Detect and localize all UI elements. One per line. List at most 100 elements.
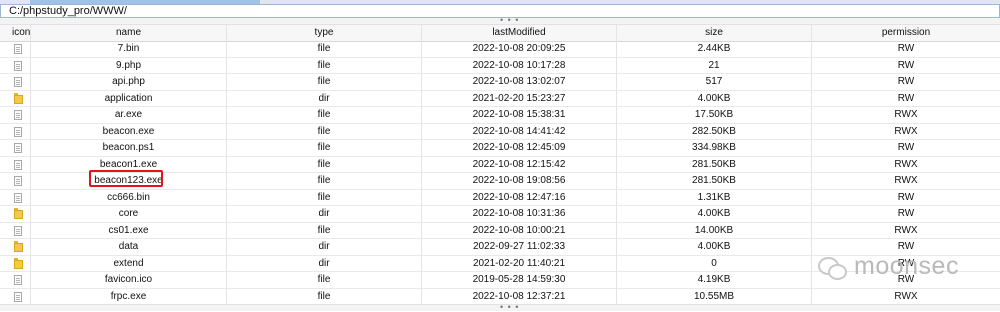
row-type: file bbox=[227, 57, 422, 74]
table-row[interactable]: beacon.ps1 file 2022-10-08 12:45:09 334.98K… bbox=[0, 140, 1000, 157]
row-type: dir bbox=[227, 206, 422, 223]
file-icon bbox=[14, 225, 22, 236]
row-lastmodified: 2022-10-08 12:47:16 bbox=[422, 189, 617, 206]
splitter-top[interactable]: • • • bbox=[0, 15, 1000, 25]
row-permission: RWX bbox=[812, 223, 1000, 239]
splitter-grip-bottom[interactable]: • • • bbox=[500, 302, 519, 312]
row-lastmodified: 2022-10-08 14:41:42 bbox=[422, 123, 617, 140]
row-type: file bbox=[227, 74, 422, 91]
table-row[interactable]: ar.exe file 2022-10-08 15:38:31 17.50KB RWX bbox=[0, 107, 1000, 124]
row-icon-cell bbox=[0, 41, 31, 58]
row-lastmodified: 2022-10-08 12:15:42 bbox=[422, 156, 617, 173]
table-row[interactable]: 7.bin file 2022-10-08 20:09:25 2.44KB RW bbox=[0, 41, 1000, 58]
row-size: 14.00KB bbox=[617, 222, 812, 239]
row-name[interactable]: api.php bbox=[31, 74, 227, 91]
splitter-grip[interactable]: • • • bbox=[500, 15, 519, 25]
row-type: file bbox=[227, 140, 422, 157]
row-size: 4.00KB bbox=[617, 90, 812, 107]
col-header-type[interactable]: type bbox=[227, 25, 422, 42]
row-icon-cell bbox=[0, 272, 31, 289]
row-icon-cell bbox=[0, 107, 31, 124]
col-header-icon[interactable]: icon bbox=[0, 25, 31, 42]
file-icon bbox=[14, 192, 22, 203]
row-name[interactable]: 9.php bbox=[31, 57, 227, 74]
row-icon-cell bbox=[0, 123, 31, 140]
row-lastmodified: 2022-10-08 13:02:07 bbox=[422, 74, 617, 91]
row-size: 17.50KB bbox=[617, 107, 812, 124]
row-permission: RWX bbox=[812, 289, 1000, 305]
table-row[interactable]: cc666.bin file 2022-10-08 12:47:16 1.31KB RW bbox=[0, 189, 1000, 206]
folder-icon bbox=[14, 208, 23, 219]
row-type: file bbox=[227, 107, 422, 124]
row-name[interactable]: cc666.bin bbox=[31, 189, 227, 206]
row-icon-cell bbox=[0, 255, 31, 272]
folder-icon bbox=[14, 257, 23, 269]
highlight-box bbox=[89, 170, 163, 187]
row-icon-cell bbox=[0, 140, 31, 157]
row-permission: RWX bbox=[812, 124, 1000, 140]
file-icon bbox=[14, 126, 22, 137]
table-row[interactable]: application dir 2021-02-20 15:23:27 4.00KB R… bbox=[0, 90, 1000, 107]
row-size: 4.19KB bbox=[617, 272, 812, 289]
row-permission: RW bbox=[812, 206, 1000, 223]
row-lastmodified: 2022-10-08 12:45:09 bbox=[422, 140, 617, 157]
row-type: dir bbox=[227, 239, 422, 256]
row-icon-cell bbox=[0, 57, 31, 74]
row-lastmodified: 2022-10-08 10:31:36 bbox=[422, 206, 617, 223]
row-icon-cell bbox=[0, 74, 31, 91]
row-lastmodified: 2022-09-27 11:02:33 bbox=[422, 239, 617, 256]
table-row[interactable]: beacon.exe file 2022-10-08 14:41:42 282.50K… bbox=[0, 123, 1000, 140]
table-row[interactable]: api.php file 2022-10-08 13:02:07 517 RW bbox=[0, 74, 1000, 91]
file-icon bbox=[14, 77, 22, 87]
file-icon bbox=[14, 176, 22, 186]
row-icon-cell bbox=[0, 173, 31, 190]
row-type: file bbox=[227, 156, 422, 173]
row-permission: RW bbox=[812, 140, 1000, 157]
row-name[interactable]: cs01.exe bbox=[31, 222, 227, 239]
row-lastmodified: 2021-02-20 15:23:27 bbox=[422, 90, 617, 107]
file-icon bbox=[14, 291, 22, 302]
row-size: 4.00KB bbox=[617, 239, 812, 256]
row-lastmodified: 2022-10-08 19:08:56 bbox=[422, 173, 617, 190]
table-header: icon name type lastModified size permiss… bbox=[0, 25, 1000, 42]
row-size: 334.98KB bbox=[617, 140, 812, 157]
table-row[interactable]: core dir 2022-10-08 10:31:36 4.00KB RW bbox=[0, 206, 1000, 223]
row-name[interactable]: data bbox=[31, 239, 227, 256]
wechat-logo-icon bbox=[818, 255, 848, 280]
table-row[interactable]: 9.php file 2022-10-08 10:17:28 21 RW bbox=[0, 57, 1000, 74]
row-size: 282.50KB bbox=[617, 123, 812, 140]
row-icon-cell bbox=[0, 90, 31, 107]
col-header-name[interactable]: name bbox=[31, 25, 227, 42]
row-name[interactable]: frpc.exe bbox=[31, 288, 227, 304]
row-permission: RW bbox=[812, 41, 1000, 58]
row-name[interactable]: ar.exe bbox=[31, 107, 227, 124]
row-name[interactable]: extend bbox=[31, 255, 227, 272]
watermark: moonsec bbox=[818, 252, 959, 281]
path-input[interactable]: C:/phpstudy_pro/WWW/ bbox=[9, 5, 127, 18]
row-type: file bbox=[227, 41, 422, 58]
row-icon-cell bbox=[0, 288, 31, 304]
folder-icon bbox=[14, 92, 23, 104]
row-name[interactable]: beacon.ps1 bbox=[31, 140, 227, 157]
row-lastmodified: 2022-10-08 15:38:31 bbox=[422, 107, 617, 124]
row-permission: RW bbox=[812, 190, 1000, 206]
col-header-lastmodified[interactable]: lastModified bbox=[422, 25, 617, 42]
col-header-permission[interactable]: permission bbox=[812, 25, 1000, 42]
row-name[interactable]: application bbox=[31, 90, 227, 107]
row-name[interactable]: beacon.exe bbox=[31, 123, 227, 140]
row-icon-cell bbox=[0, 189, 31, 206]
row-name[interactable]: 7.bin bbox=[31, 41, 227, 58]
row-name[interactable]: core bbox=[31, 206, 227, 223]
col-header-size[interactable]: size bbox=[617, 25, 812, 42]
file-icon bbox=[14, 143, 22, 153]
folder-icon bbox=[14, 241, 23, 252]
file-icon bbox=[14, 110, 22, 120]
row-size: 517 bbox=[617, 74, 812, 91]
table-row[interactable]: cs01.exe file 2022-10-08 10:00:21 14.00KB RW… bbox=[0, 222, 1000, 239]
row-size: 1.31KB bbox=[617, 189, 812, 206]
row-lastmodified: 2019-05-28 14:59:30 bbox=[422, 272, 617, 289]
file-icon bbox=[14, 159, 22, 170]
row-lastmodified: 2022-10-08 12:37:21 bbox=[422, 288, 617, 304]
row-size: 2.44KB bbox=[617, 41, 812, 58]
row-name[interactable]: favicon.ico bbox=[31, 272, 227, 289]
